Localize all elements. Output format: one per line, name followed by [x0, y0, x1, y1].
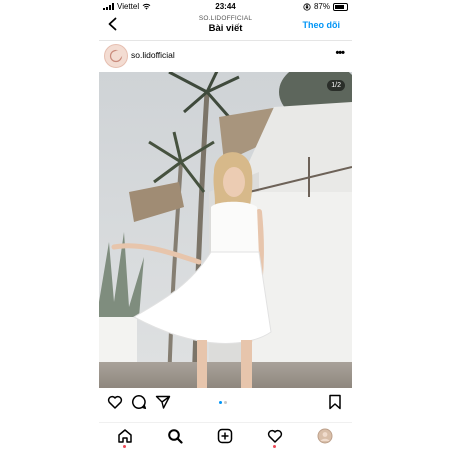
carousel-dot [224, 401, 227, 404]
avatar[interactable] [104, 44, 128, 68]
post-image [99, 72, 352, 388]
more-options-icon[interactable]: ••• [335, 47, 345, 59]
send-icon[interactable] [155, 394, 171, 410]
notification-dot [123, 445, 126, 448]
heart-icon[interactable] [107, 394, 123, 410]
brand-logo-icon [109, 49, 123, 63]
battery-icon [333, 2, 348, 11]
battery-percent: 87% [313, 2, 330, 11]
status-bar: Viettel 23:44 87% [99, 0, 352, 14]
post-photo[interactable]: 1/2 [99, 72, 352, 388]
profile-avatar[interactable] [317, 428, 333, 444]
orientation-lock-icon [303, 2, 311, 11]
comment-icon[interactable] [131, 394, 147, 410]
carousel-dot-active [219, 401, 222, 404]
instagram-post-screen: Viettel 23:44 87% SO.LIDOFFICIAL Bài viế… [99, 0, 352, 450]
status-right: 87% [303, 2, 348, 11]
post-username[interactable]: so.lidofficial [131, 50, 175, 60]
image-counter: 1/2 [327, 80, 345, 91]
new-post-icon[interactable] [217, 428, 233, 444]
activity-icon[interactable] [267, 428, 283, 444]
search-icon[interactable] [167, 428, 183, 444]
carousel-indicator [219, 401, 227, 404]
follow-button[interactable]: Theo dõi [303, 20, 341, 30]
bottom-tab-bar [99, 422, 352, 450]
post-actions [99, 394, 352, 412]
home-icon[interactable] [117, 428, 133, 444]
header: SO.LIDOFFICIAL Bài viết Theo dõi [99, 14, 352, 38]
notification-dot [273, 445, 276, 448]
bookmark-icon[interactable] [327, 394, 343, 410]
header-divider [99, 40, 352, 41]
post-author-row: so.lidofficial ••• [99, 42, 352, 70]
